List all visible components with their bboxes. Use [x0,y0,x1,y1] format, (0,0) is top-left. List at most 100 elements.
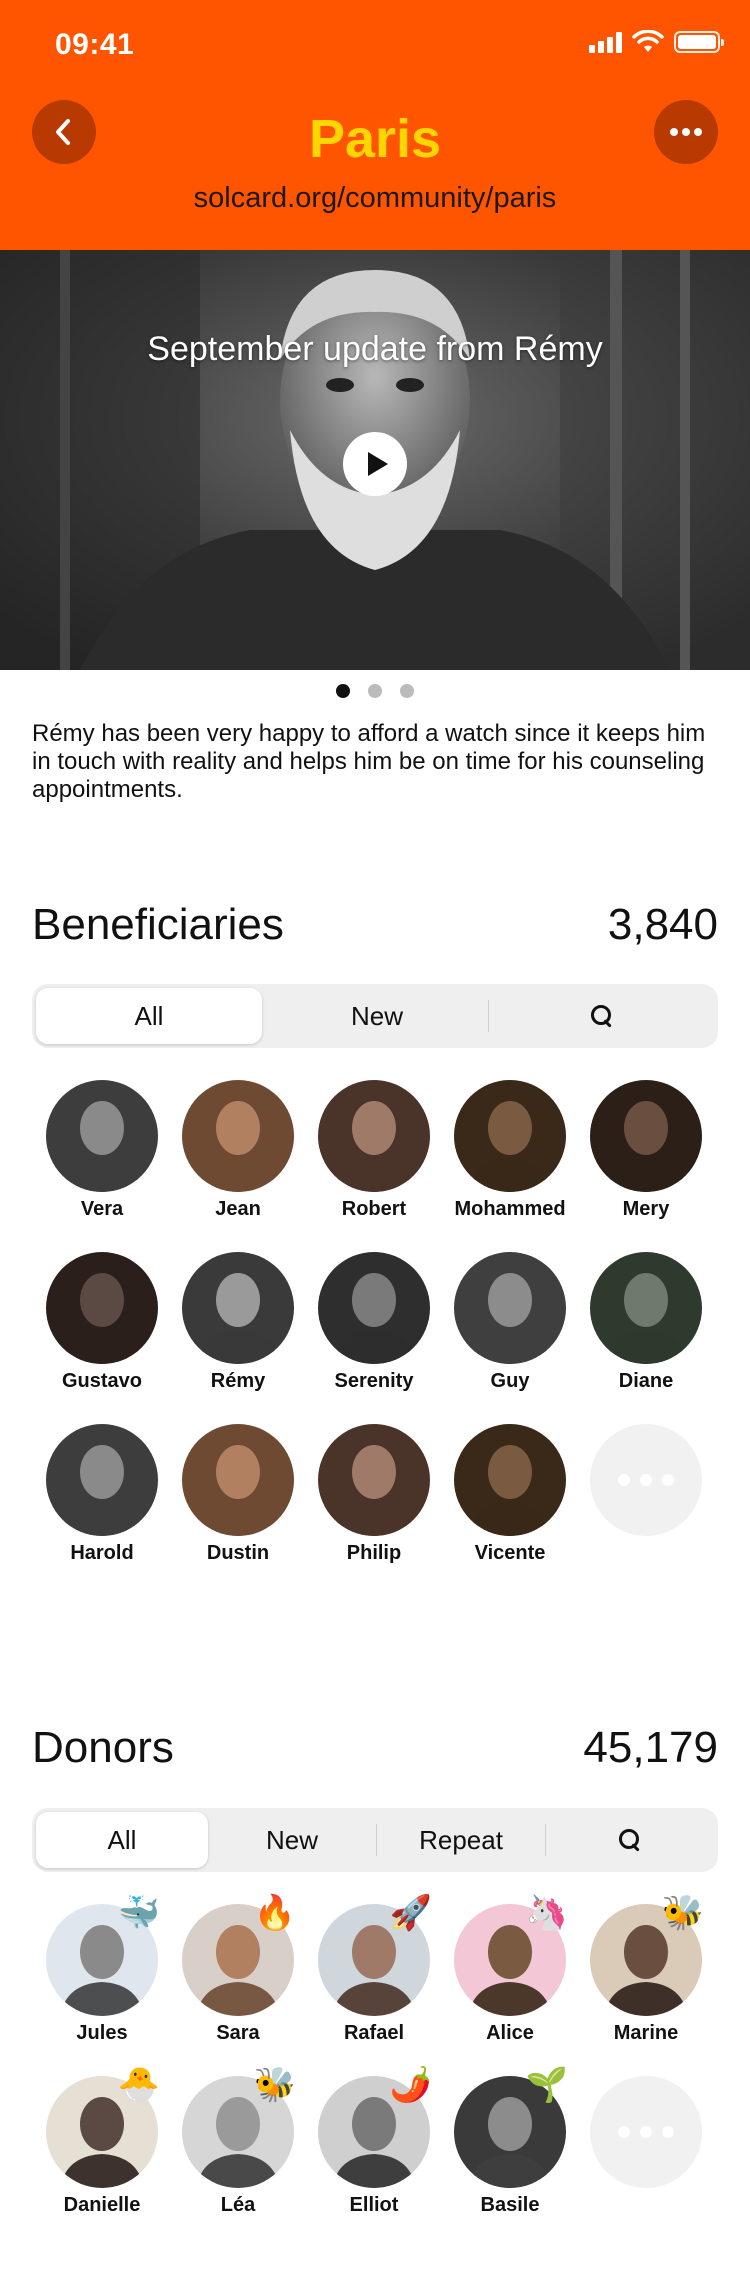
donors-count: 45,179 [583,1723,718,1772]
person-name: Marine [613,2022,679,2044]
more-horizontal-icon [590,2076,702,2188]
tab-repeat[interactable]: Repeat [377,1812,545,1868]
donor-badge: 🐳 [117,1894,160,1932]
signal-icon [589,31,622,53]
person-name: Rémy [210,1370,266,1392]
person-item[interactable]: Dustin [170,1424,306,1565]
battery-icon [674,31,724,53]
status-icons [589,30,724,54]
avatar [318,1424,430,1536]
person-name: Jean [215,1198,261,1220]
avatar [182,1080,294,1192]
avatar [590,1080,702,1192]
person-name: Vicente [474,1542,546,1564]
person-item[interactable]: Mery [578,1080,714,1221]
donors-title: Donors [32,1723,174,1772]
person-item[interactable]: 🌱 Basile [442,2068,578,2217]
person-name: Harold [70,1542,134,1564]
person-name: Basile [480,2194,540,2216]
carousel-pager[interactable] [0,684,750,698]
donor-badge: 🐝 [253,2066,296,2104]
person-item[interactable]: 🐝 Léa [170,2068,306,2217]
donor-badge: 🦄 [525,1894,568,1932]
person-name: Philip [346,1542,402,1564]
person-name: Mery [622,1198,670,1220]
tab-new[interactable]: New [208,1812,376,1868]
pager-dot[interactable] [368,684,382,698]
see-more-button[interactable] [578,2076,714,2188]
hero-caption: September update from Rémy [147,330,603,368]
donor-badge: 🐣 [117,2066,160,2104]
person-name: Serenity [334,1370,414,1392]
tab-new[interactable]: New [266,988,488,1044]
person-item[interactable]: Harold [34,1424,170,1565]
status-time: 09:41 [55,28,135,61]
person-name: Danielle [63,2194,141,2216]
person-name: Alice [486,2022,534,2044]
person-name: Rafael [343,2022,405,2044]
more-horizontal-icon [590,1424,702,1536]
donor-badge: 🐝 [661,1894,704,1932]
story-text: Rémy has been very happy to afford a wat… [32,720,706,803]
donor-badge: 🌶️ [389,2066,432,2104]
person-item[interactable]: 🐝 Marine [578,1896,714,2045]
person-item[interactable]: Guy [442,1252,578,1393]
person-item[interactable]: Gustavo [34,1252,170,1393]
play-icon [367,452,388,476]
play-button[interactable] [343,432,407,496]
avatar [454,1080,566,1192]
hero-video[interactable]: September update from Rémy [0,250,750,670]
avatar [182,1424,294,1536]
avatar [318,1252,430,1364]
person-item[interactable]: Philip [306,1424,442,1565]
wifi-icon [632,30,664,52]
avatar [46,1080,158,1192]
avatar [590,1252,702,1364]
pager-dot[interactable] [336,684,350,698]
person-item[interactable]: Mohammed [442,1080,578,1221]
see-more-button[interactable] [578,1424,714,1536]
more-horizontal-icon [670,128,702,136]
tab-all[interactable]: All [36,1812,208,1868]
person-item[interactable]: Robert [306,1080,442,1221]
avatar [46,1252,158,1364]
person-name: Sara [216,2022,260,2044]
more-button[interactable] [654,100,718,164]
avatar [454,1252,566,1364]
avatar [454,1424,566,1536]
beneficiaries-title: Beneficiaries [32,900,284,949]
person-item[interactable]: 🐳 Jules [34,1896,170,2045]
search-icon [619,1829,641,1851]
tab-all[interactable]: All [36,988,262,1044]
person-item[interactable]: 🚀 Rafael [306,1896,442,2045]
page-title: Paris [308,109,442,169]
person-item[interactable]: 🦄 Alice [442,1896,578,2045]
tab-search[interactable] [546,1812,714,1868]
donor-badge: 🌱 [525,2066,568,2104]
person-name: Mohammed [454,1198,566,1220]
beneficiaries-filter: All New [32,984,718,1048]
person-item[interactable]: Vicente [442,1424,578,1565]
donor-badge: 🚀 [389,1894,432,1932]
person-item[interactable]: 🔥 Sara [170,1896,306,2045]
person-item[interactable]: Diane [578,1252,714,1393]
pager-dot[interactable] [400,684,414,698]
search-icon [591,1005,613,1027]
person-item[interactable]: Serenity [306,1252,442,1393]
header: 09:41 Paris solcard.org/community/paris [0,0,750,250]
person-item[interactable]: Jean [170,1080,306,1221]
person-item[interactable]: Rémy [170,1252,306,1393]
person-item[interactable]: 🌶️ Elliot [306,2068,442,2217]
avatar [318,1080,430,1192]
person-name: Elliot [349,2194,399,2216]
donor-badge: 🔥 [253,1894,296,1932]
person-item[interactable]: Vera [34,1080,170,1221]
person-name: Vera [80,1198,124,1220]
tab-search[interactable] [490,988,714,1044]
beneficiaries-count: 3,840 [607,900,718,949]
community-url[interactable]: solcard.org/community/paris [0,182,750,215]
person-item[interactable]: 🐣 Danielle [34,2068,170,2217]
person-name: Gustavo [61,1370,143,1392]
person-name: Diane [618,1370,674,1392]
person-name: Dustin [206,1542,270,1564]
